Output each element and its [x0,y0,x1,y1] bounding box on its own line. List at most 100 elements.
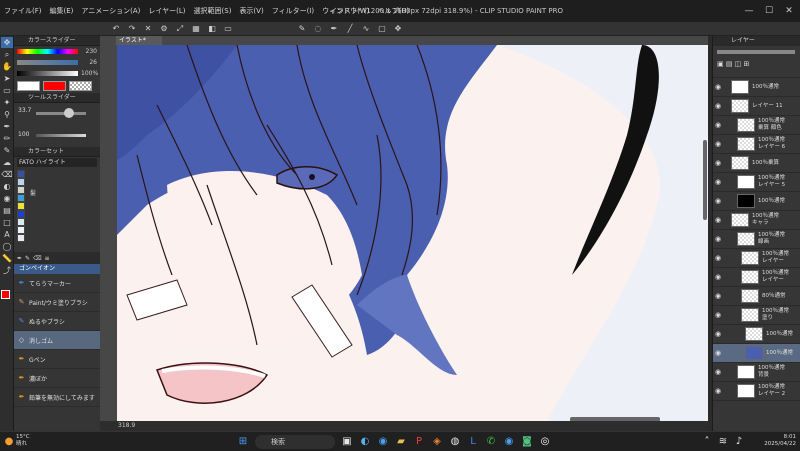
brush-size-slider[interactable] [36,112,86,115]
sub-tool-menu-icon[interactable]: ≡ [45,255,50,262]
figure-tool-icon[interactable]: □ [1,217,13,228]
menu-layer[interactable]: レイヤー(L) [144,6,189,16]
lasso-icon[interactable]: ◌ [312,24,324,34]
layer-row[interactable]: ◉ 100％通常 乗算 顔色 [713,116,800,135]
layer-visibility-eye-icon[interactable]: ◉ [713,197,723,205]
chrome-alt-icon[interactable]: ◉ [502,435,516,449]
color-cell[interactable] [17,186,25,194]
pen-tool-icon[interactable]: ✒ [1,121,13,132]
layer-visibility-eye-icon[interactable]: ◉ [713,159,723,167]
layer-row[interactable]: ◉ 100％通常 [713,325,800,344]
sub-tool-group[interactable]: ゴンペイオン [14,264,100,274]
saturation-slider[interactable] [17,60,78,65]
zoom-tool-icon[interactable]: ⌕ [1,49,13,60]
main-color-box[interactable] [43,81,66,91]
sub-tool-item[interactable]: ✎ Paint/ウミ塗りブラシ [14,293,100,312]
curve-icon[interactable]: ∿ [360,24,372,34]
chrome-icon[interactable]: ◉ [376,435,390,449]
menu-file[interactable]: ファイル(F) [0,6,46,16]
operation-tool-icon[interactable]: ➤ [1,73,13,84]
layer-visibility-eye-icon[interactable]: ◉ [713,311,723,319]
auto-select-tool-icon[interactable]: ✦ [1,97,13,108]
gradient-tool-icon[interactable]: ▤ [1,205,13,216]
layer-visibility-eye-icon[interactable]: ◉ [713,140,723,148]
wifi-icon[interactable]: ≋ [716,435,730,449]
color-cell[interactable] [17,226,25,234]
layer-visibility-eye-icon[interactable]: ◉ [713,254,723,262]
edge-icon[interactable]: ◐ [358,435,372,449]
sub-tool-item-active[interactable]: ◇ 消しゴム [14,331,100,350]
taskbar-search[interactable]: 検索 [255,435,335,449]
windows-start-icon[interactable]: ⊞ [236,435,250,449]
color-cell[interactable] [17,202,25,210]
sub-tool-brush-icon[interactable]: ✎ [25,255,30,262]
layer-row[interactable]: ◉ 100％通常 [713,344,800,363]
color-cell[interactable] [17,218,25,226]
layer-row[interactable]: ◉ 100％通常 線画 [713,230,800,249]
hue-slider[interactable] [17,49,78,54]
menu-view[interactable]: 表示(V) [235,6,267,16]
color-set-name[interactable]: FATO ハイライト [17,158,97,167]
layer-visibility-eye-icon[interactable]: ◉ [713,235,723,243]
move-tool-icon[interactable]: ✥ [1,37,13,48]
layer-row[interactable]: ◉ 100％通常 レイヤー 5 [713,173,800,192]
settings-icon[interactable]: ⚙ [158,24,170,34]
layer-tools-icons[interactable]: ▣ ▤ ◫ ⊞ [717,60,749,68]
layer-row[interactable]: ◉ 100％通常 レイヤー 2 [713,382,800,401]
app-icon[interactable]: ◈ [430,435,444,449]
transparent-color-box[interactable] [69,81,92,91]
opacity-slider[interactable] [36,134,86,137]
app-green-icon[interactable]: ◙ [520,435,534,449]
airbrush-tool-icon[interactable]: ☁ [1,157,13,168]
menu-filter[interactable]: フィルター(I) [268,6,318,16]
layer-visibility-eye-icon[interactable]: ◉ [713,368,723,376]
hand-tool-icon[interactable]: ✋ [1,61,13,72]
color-set-tab[interactable]: カラーセット [14,147,100,157]
menu-selection[interactable]: 選択範囲(S) [190,6,236,16]
clip-studio-icon[interactable]: ◎ [538,435,552,449]
zoom-value[interactable]: 318.9 [118,422,135,429]
ruler-tool-icon[interactable]: 📏 [1,253,13,264]
layer-tab[interactable]: レイヤー [713,36,800,46]
layer-row[interactable]: ◉ 100％乗算 [713,154,800,173]
ruler-icon[interactable]: ▭ [222,24,234,34]
brush-tool-icon[interactable]: ✎ [1,145,13,156]
text-tool-icon[interactable]: A [1,229,13,240]
layer-row[interactable]: ◉ 100％通常 背景 [713,363,800,382]
sub-tool-item[interactable]: ✒ 鉛筆を無効にしてみます [14,388,100,407]
steam-icon[interactable]: ◍ [448,435,462,449]
sub-tool-pen-icon[interactable]: ✒ [17,255,22,262]
sub-tool-eraser-icon[interactable]: ⌫ [33,255,41,262]
sub-tool-item[interactable]: ✒ てらうマーカー [14,274,100,293]
folder-icon[interactable]: ▰ [394,435,408,449]
pencil-tool-icon[interactable]: ✏ [1,133,13,144]
layer-row[interactable]: ◉ 80％通常 [713,287,800,306]
color-cell[interactable] [17,178,25,186]
layer-visibility-eye-icon[interactable]: ◉ [713,292,723,300]
line-icon[interactable]: ╱ [344,24,356,34]
color-cell[interactable] [17,194,25,202]
line-icon[interactable]: ✆ [484,435,498,449]
volume-icon[interactable]: ♪ [732,435,746,449]
menu-animation[interactable]: アニメーション(A) [77,6,144,16]
l-app-icon[interactable]: L [466,435,480,449]
pinterest-icon[interactable]: P [412,435,426,449]
brightness-slider[interactable] [17,71,78,76]
close-button[interactable]: ✕ [780,0,798,22]
color-slider-tab[interactable]: カラースライダー [14,36,100,46]
layer-row[interactable]: ◉ 100％通常 レイヤー [713,268,800,287]
layer-visibility-eye-icon[interactable]: ◉ [713,102,723,110]
sub-tool-item[interactable]: ✒ Gペン [14,350,100,369]
layer-visibility-eye-icon[interactable]: ◉ [713,83,723,91]
layer-visibility-eye-icon[interactable]: ◉ [713,387,723,395]
maximize-button[interactable]: ☐ [760,0,778,22]
undo-icon[interactable]: ↶ [110,24,122,34]
layer-row[interactable]: ◉ 100％通常 レイヤー 6 [713,135,800,154]
weather-widget[interactable]: 15°C 晴れ [16,434,30,448]
tray-chevron-icon[interactable]: ˄ [700,435,714,449]
sub-color-box[interactable] [17,81,40,91]
balloon-tool-icon[interactable]: ◯ [1,241,13,252]
layer-row[interactable]: ◉ 100％通常 [713,192,800,211]
correct-line-tool-icon[interactable]: ⤴ [1,265,13,276]
layer-visibility-eye-icon[interactable]: ◉ [713,330,723,338]
